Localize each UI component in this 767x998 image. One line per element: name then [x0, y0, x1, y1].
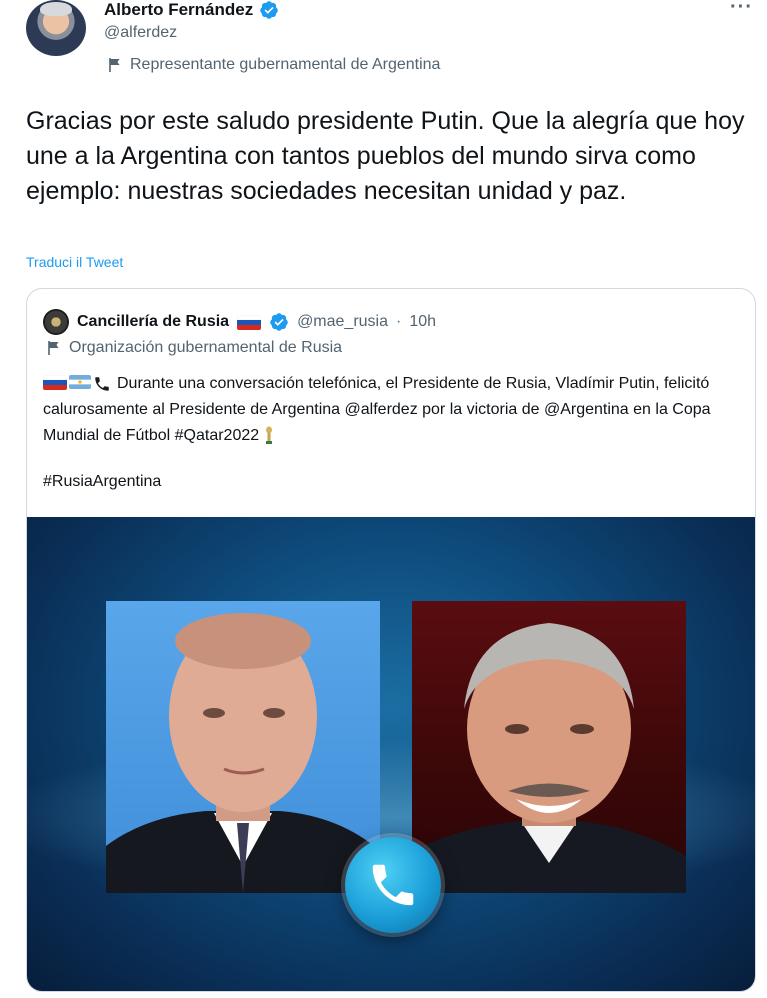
gov-label-text: Representante gubernamental de Argentina — [130, 56, 441, 73]
putin-portrait-illustration — [106, 613, 380, 893]
verified-badge-icon — [270, 313, 288, 331]
fernandez-portrait-illustration — [412, 623, 686, 893]
author-name[interactable]: Alberto Fernández — [104, 0, 253, 20]
translate-tweet-link[interactable]: Traduci il Tweet — [26, 254, 123, 270]
quoted-separator: · — [396, 313, 402, 330]
quoted-header: Cancillería de Rusia @mae_rusia · 10h — [43, 309, 436, 335]
quoted-text: Durante una conversación telefónica, el … — [43, 375, 711, 444]
more-icon[interactable]: ··· — [730, 0, 753, 19]
author-avatar[interactable] — [26, 0, 86, 56]
telephone-receiver-emoji-icon — [95, 377, 109, 391]
putin-photo — [106, 601, 380, 893]
quoted-tweet[interactable]: Cancillería de Rusia @mae_rusia · 10h Or… — [26, 288, 756, 992]
fernandez-photo — [412, 601, 686, 893]
quoted-avatar[interactable] — [43, 309, 69, 335]
tweet-text: Gracias por este saludo presidente Putin… — [26, 107, 745, 205]
gov-label: Representante gubernamental de Argentina — [108, 56, 440, 74]
flag-icon — [109, 58, 120, 72]
flag-icon — [48, 341, 59, 355]
quoted-gov-label: Organización gubernamental de Rusia — [47, 339, 342, 357]
quoted-time[interactable]: 10h — [409, 313, 436, 331]
emoji-row — [43, 374, 111, 393]
quoted-text-block: Durante una conversación telefónica, el … — [43, 371, 743, 449]
quoted-media-image[interactable] — [27, 517, 755, 991]
argentina-flag-emoji-icon — [69, 374, 91, 389]
russia-flag-emoji-icon — [43, 374, 67, 390]
author-name-row[interactable]: Alberto Fernández — [104, 0, 279, 20]
russia-flag-icon — [237, 314, 262, 330]
verified-badge-icon — [260, 1, 278, 19]
quoted-gov-label-text: Organización gubernamental de Rusia — [69, 339, 343, 356]
trophy-emoji-icon — [265, 426, 272, 444]
quoted-author-name[interactable]: Cancillería de Rusia — [77, 313, 229, 331]
author-handle[interactable]: @alferdez — [104, 24, 177, 42]
quoted-author-handle[interactable]: @mae_rusia — [297, 313, 388, 331]
quoted-hashtag[interactable]: #RusiaArgentina — [43, 473, 161, 491]
phone-call-icon — [345, 837, 441, 933]
phone-icon — [372, 864, 414, 906]
